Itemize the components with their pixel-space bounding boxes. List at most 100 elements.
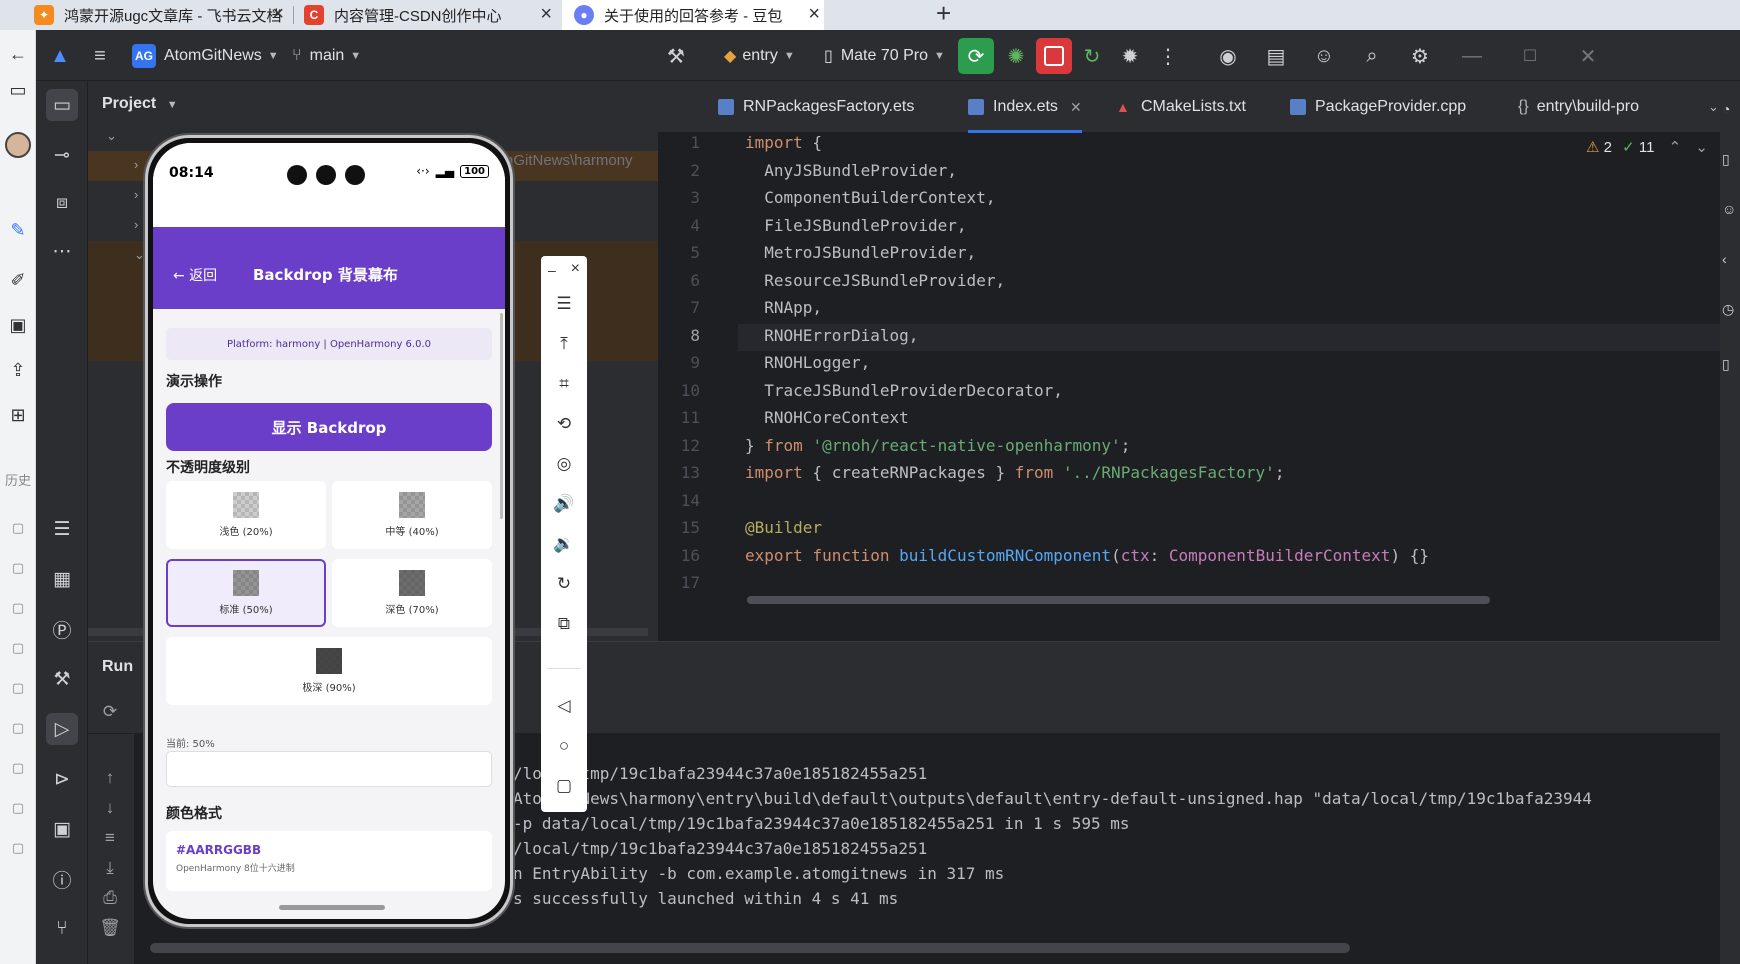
- show-backdrop-button[interactable]: 显示 Backdrop: [166, 403, 492, 451]
- rerun-button[interactable]: ⟳: [958, 38, 994, 74]
- build-icon[interactable]: ⚒: [46, 663, 78, 695]
- chat-icon[interactable]: ▢: [0, 560, 36, 576]
- profiler-icon[interactable]: Ⓟ: [46, 613, 78, 645]
- minimize-icon[interactable]: –: [548, 262, 556, 278]
- build-hammer-icon[interactable]: ⚒: [662, 42, 690, 70]
- rerun-icon[interactable]: ⟳: [98, 702, 122, 726]
- scroll-to-end-icon[interactable]: ⤓: [98, 858, 122, 882]
- tab-build-profile[interactable]: {} entry\build-pro: [1518, 81, 1639, 133]
- project-folder-icon[interactable]: ▭: [46, 89, 78, 121]
- close-icon[interactable]: ×: [571, 260, 580, 278]
- structure-icon[interactable]: ⧈: [46, 187, 78, 219]
- emulator-icon[interactable]: ▯: [1722, 356, 1730, 373]
- main-menu-icon[interactable]: ≡: [86, 42, 114, 70]
- chat-icon[interactable]: ▢: [0, 520, 36, 536]
- share-icon[interactable]: ⇪: [0, 360, 36, 381]
- opacity-option-light[interactable]: 浅色 (20%): [166, 481, 326, 549]
- image-icon[interactable]: ▣: [0, 315, 36, 336]
- chevron-down-icon[interactable]: ⌄: [1695, 139, 1708, 156]
- chat-icon[interactable]: ▢: [0, 840, 36, 856]
- code-icon[interactable]: ‹: [1722, 251, 1727, 267]
- run-icon[interactable]: ▷: [46, 713, 78, 745]
- magic-pen-icon[interactable]: ✐: [0, 270, 36, 291]
- run-panel-title[interactable]: Run: [102, 658, 133, 676]
- stop-button[interactable]: [1036, 38, 1072, 74]
- more-options-icon[interactable]: ⋮: [1154, 42, 1182, 70]
- tab-index-ets[interactable]: Index.ets ✕: [968, 81, 1082, 133]
- arrow-down-icon[interactable]: ↓: [98, 798, 122, 822]
- chat-icon[interactable]: ▢: [0, 640, 36, 656]
- apply-changes-icon[interactable]: ↻: [1078, 42, 1106, 70]
- commit-icon[interactable]: ⊸: [46, 139, 78, 171]
- device-manager-icon[interactable]: ▤: [1262, 42, 1290, 70]
- editor-horizontal-scrollbar[interactable]: [747, 596, 1490, 604]
- edit-icon[interactable]: ✎: [0, 220, 36, 241]
- opacity-option-dark[interactable]: 深色 (70%): [332, 559, 492, 627]
- avatar[interactable]: [0, 132, 36, 163]
- pin-top-icon[interactable]: ⤒: [541, 334, 587, 354]
- window-minimize-icon[interactable]: —: [1458, 42, 1486, 70]
- menu-icon[interactable]: ☰: [541, 294, 587, 314]
- home-indicator[interactable]: [279, 905, 385, 910]
- tab-overflow-chevron[interactable]: ⌄: [1708, 81, 1719, 133]
- close-tab-icon[interactable]: ✕: [1070, 99, 1082, 116]
- search-icon[interactable]: ⌕: [1358, 42, 1386, 70]
- branch-switcher[interactable]: ⑂ main ▼: [292, 30, 361, 81]
- device-selector[interactable]: ▯ Mate 70 Pro ▼: [824, 30, 945, 81]
- settings-gear-icon[interactable]: ⚙: [1406, 42, 1434, 70]
- code-with-me-icon[interactable]: ◉: [1214, 42, 1242, 70]
- chat-icon[interactable]: ▢: [0, 800, 36, 816]
- window-maximize-icon[interactable]: ☐: [1516, 42, 1544, 70]
- nav-back-icon[interactable]: ◁: [541, 696, 587, 716]
- tab-cmakelists[interactable]: ▲ CMakeLists.txt: [1116, 81, 1246, 133]
- chevron-up-icon[interactable]: ⌃: [1669, 139, 1682, 156]
- account-icon[interactable]: ☺: [1310, 42, 1338, 70]
- browser-tab-feishu[interactable]: ✦ 鸿蒙开源ugc文章库 - 飞书云文档 ×: [34, 0, 284, 30]
- attach-debugger-icon[interactable]: ✹: [1116, 42, 1144, 70]
- volume-down-icon[interactable]: 🔉: [541, 534, 587, 554]
- screenshot-crop-icon[interactable]: ⌗: [541, 374, 587, 394]
- opacity-option-extra-dark[interactable]: 极深 (90%): [166, 637, 492, 705]
- chat-icon[interactable]: ▢: [0, 680, 36, 696]
- browser-tab-csdn[interactable]: C 内容管理-CSDN创作中心 ×: [304, 0, 552, 30]
- nav-recent-icon[interactable]: ▢: [541, 776, 587, 796]
- project-panel-title[interactable]: Project ▼: [102, 95, 178, 113]
- preview-icon[interactable]: ◷: [1722, 301, 1734, 318]
- device-file-icon[interactable]: ▯: [1722, 151, 1730, 168]
- nav-home-icon[interactable]: ○: [541, 736, 587, 756]
- back-button[interactable]: ← 返回: [173, 265, 217, 285]
- print-icon[interactable]: ⎙: [98, 888, 122, 912]
- multi-window-icon[interactable]: ⧉: [541, 614, 587, 634]
- rotate-icon[interactable]: ⟲: [541, 414, 587, 434]
- edge-panel-icon[interactable]: ▭: [0, 80, 36, 101]
- todo-icon[interactable]: ☰: [46, 513, 78, 545]
- debug-bug-icon[interactable]: ✺: [1002, 42, 1030, 70]
- tab-packageprovider[interactable]: PackageProvider.cpp: [1290, 81, 1466, 133]
- close-tab-icon[interactable]: ×: [808, 3, 820, 26]
- terminal-icon[interactable]: ▣: [46, 813, 78, 845]
- code-editor[interactable]: ⚠ 2 ✓ 11 ⌃ ⌄ 1 import {2 AnyJSBundleProvi…: [658, 133, 1740, 641]
- opacity-option-standard[interactable]: 标准 (50%): [166, 559, 326, 627]
- notifications-icon[interactable]: ◔: [1722, 101, 1730, 117]
- chat-icon[interactable]: ▢: [0, 720, 36, 736]
- location-icon[interactable]: ◎: [541, 454, 587, 474]
- chat-icon[interactable]: ▢: [0, 600, 36, 616]
- run-config-selector[interactable]: ◆ entry ▼: [724, 30, 795, 81]
- new-tab-button[interactable]: +: [936, 0, 951, 29]
- services-icon[interactable]: ⊳: [46, 763, 78, 795]
- close-tab-icon[interactable]: ×: [540, 3, 552, 26]
- browser-tab-doubao[interactable]: ● 关于使用的回答参考 - 豆包 ×: [562, 0, 824, 30]
- arrow-up-icon[interactable]: ↑: [98, 768, 122, 792]
- inspection-widget[interactable]: ⚠ 2 ✓ 11 ⌃ ⌄: [1586, 138, 1708, 156]
- more-tools-icon[interactable]: ⋯: [46, 235, 78, 267]
- trash-icon[interactable]: 🗑: [98, 918, 122, 942]
- opacity-option-medium[interactable]: 中等 (40%): [332, 481, 492, 549]
- soft-wrap-icon[interactable]: ≡: [98, 828, 122, 852]
- back-arrow-icon[interactable]: ←: [0, 44, 36, 65]
- rotate-screen-icon[interactable]: ↻: [541, 574, 587, 594]
- problems-icon[interactable]: ⓘ: [46, 863, 78, 895]
- git-icon[interactable]: ⑂: [46, 913, 78, 945]
- chat-icon[interactable]: ▢: [0, 760, 36, 776]
- tab-rnpackagesfactory[interactable]: RNPackagesFactory.ets: [718, 81, 914, 133]
- apps-icon[interactable]: ⊞: [0, 405, 36, 426]
